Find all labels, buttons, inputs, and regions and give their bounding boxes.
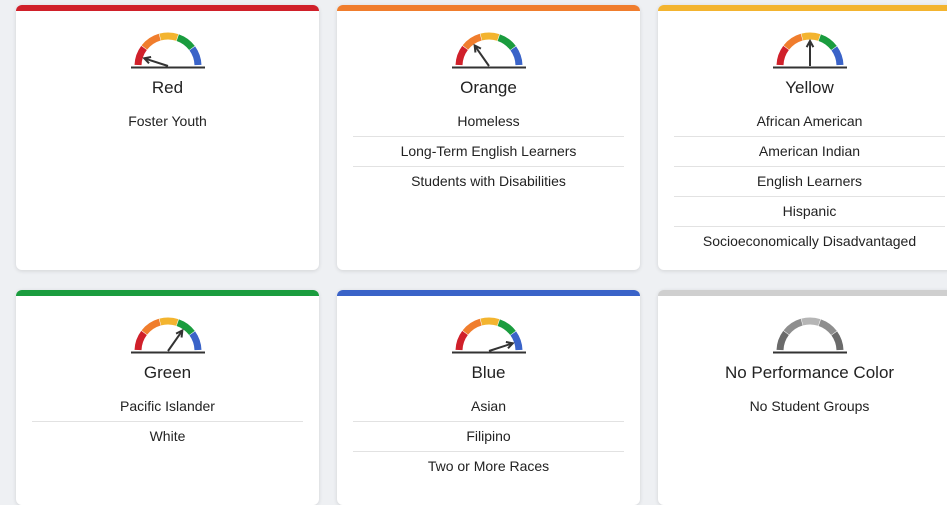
student-group-list: No Student Groups	[674, 392, 945, 421]
student-group-list: African American American Indian English L…	[674, 107, 945, 256]
student-group-item: Filipino	[353, 422, 624, 452]
gauge-segment-red	[455, 45, 468, 66]
gauge-segment-yellow	[800, 32, 820, 41]
gauge-segment-orange	[783, 33, 803, 50]
gauge-icon	[451, 317, 526, 354]
student-group-list: Asian Filipino Two or More Races	[353, 392, 624, 481]
gauge-segment-orange	[462, 318, 482, 335]
student-group-list: Foster Youth	[32, 107, 303, 136]
card-title: No Performance Color	[724, 363, 895, 382]
card-title: Orange	[460, 78, 517, 97]
gauge-segment-orange	[141, 318, 161, 335]
gauge-icon	[772, 317, 847, 354]
gauge-needle	[473, 44, 490, 67]
gauge-segment-orange	[462, 33, 482, 50]
card-title: Green	[143, 363, 192, 382]
gauge-segment-red	[776, 45, 789, 66]
student-group-list: Homeless Long-Term English Learners Studen…	[353, 107, 624, 196]
gauge-segment-yellow	[479, 32, 499, 41]
gauge-segment-green	[175, 34, 195, 51]
card-title: Red	[151, 78, 184, 97]
student-group-item: English Learners	[674, 167, 945, 197]
student-group-item: Hispanic	[674, 197, 945, 227]
gauge-needle	[166, 329, 183, 352]
student-group-item: Asian	[353, 392, 624, 422]
performance-card-none: No Performance Color No Student Groups	[658, 290, 947, 505]
gauge-segment-yellow	[158, 317, 178, 326]
performance-card-blue: Blue Asian Filipino Two or More Races	[337, 290, 640, 505]
gauge-icon	[451, 32, 526, 69]
student-group-item: Long-Term English Learners	[353, 137, 624, 167]
student-group-item: No Student Groups	[749, 398, 870, 414]
gauge-segment-yellow	[800, 317, 820, 326]
student-group-item: Homeless	[353, 107, 624, 137]
gauge-segment-orange	[141, 33, 161, 50]
gauge-segment-blue	[188, 46, 201, 66]
gauge-segment-blue	[830, 331, 843, 351]
student-group-item: White	[149, 428, 186, 444]
gauge-segment-green	[496, 34, 516, 51]
performance-card-yellow: Yellow African American American Indian Eng…	[658, 5, 947, 270]
gauge-segment-blue	[509, 331, 522, 351]
card-title: Yellow	[785, 78, 834, 97]
card-title: Blue	[471, 363, 506, 382]
performance-card-red: Red Foster Youth	[16, 5, 319, 270]
student-group-item: Students with Disabilities	[411, 173, 566, 189]
student-group-item: Pacific Islander	[32, 392, 303, 422]
gauge-segment-orange	[783, 318, 803, 335]
gauge-icon	[130, 317, 205, 354]
student-group-list: Pacific Islander White	[32, 392, 303, 451]
student-group-item: Socioeconomically Disadvantaged	[702, 233, 917, 249]
gauge-segment-blue	[509, 46, 522, 66]
gauge-segment-yellow	[479, 317, 499, 326]
gauge-segment-blue	[830, 46, 843, 66]
performance-card-orange: Orange Homeless Long-Term English Learners…	[337, 5, 640, 270]
gauge-segment-green	[496, 319, 516, 336]
performance-card-green: Green Pacific Islander White	[16, 290, 319, 505]
student-group-item: Foster Youth	[128, 113, 207, 129]
gauge-icon	[130, 32, 205, 69]
gauge-segment-red	[134, 45, 147, 66]
gauge-segment-red	[776, 330, 789, 351]
gauge-segment-green	[817, 34, 837, 51]
gauge-segment-red	[455, 330, 468, 351]
gauge-segment-blue	[188, 331, 201, 351]
gauge-segment-red	[134, 330, 147, 351]
student-group-item: American Indian	[674, 137, 945, 167]
student-group-item: African American	[674, 107, 945, 137]
gauge-icon	[772, 32, 847, 69]
student-group-item: Two or More Races	[427, 458, 550, 474]
gauge-segment-yellow	[158, 32, 178, 41]
gauge-segment-green	[817, 319, 837, 336]
